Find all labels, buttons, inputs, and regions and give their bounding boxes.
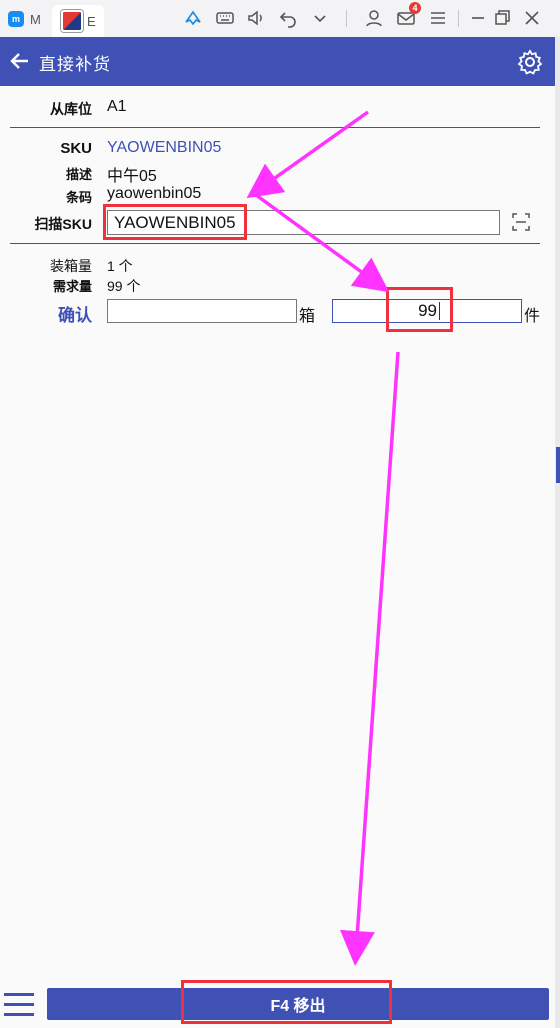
highlight-piece-qty xyxy=(386,287,453,332)
gear-icon[interactable] xyxy=(517,49,543,75)
toolbar-divider xyxy=(346,10,347,27)
confirm-label: 确认 xyxy=(58,306,92,325)
case-qty-value: 1 个 xyxy=(107,258,133,274)
emulator-toolbar: m M E 4 xyxy=(0,0,560,38)
app-logo-icon xyxy=(61,10,83,32)
piece-unit-label: 件 xyxy=(524,308,541,325)
scrollbar-thumb[interactable] xyxy=(556,447,560,483)
notification-badge: 4 xyxy=(409,2,421,14)
close-icon[interactable] xyxy=(522,8,542,28)
barcode-label: 条码 xyxy=(65,190,92,205)
arrow-to-piece-qty xyxy=(254,193,390,293)
minimize-icon[interactable] xyxy=(468,8,488,28)
highlight-scan-sku xyxy=(103,204,247,240)
emulator-tab-1-label: M xyxy=(30,11,41,27)
barcode-value: yaowenbin05 xyxy=(107,185,202,202)
app-header: 直接补货 xyxy=(0,37,555,86)
menu-lines-icon[interactable] xyxy=(428,8,448,28)
toolbar-divider xyxy=(458,10,459,27)
divider xyxy=(10,243,540,244)
keyboard-icon[interactable] xyxy=(215,8,235,28)
from-location-value: A1 xyxy=(107,98,127,115)
undo-icon[interactable] xyxy=(278,8,298,28)
hamburger-menu-icon[interactable] xyxy=(4,991,34,1021)
restore-icon[interactable] xyxy=(492,8,512,28)
scan-icon[interactable] xyxy=(512,213,530,231)
arrow-to-move-out xyxy=(340,351,400,966)
emulator-tab-2[interactable]: E xyxy=(52,5,104,37)
page-title: 直接补货 xyxy=(39,55,111,74)
emulator-tab-2-label: E xyxy=(87,13,96,29)
emulator-tab-1[interactable]: m M xyxy=(8,4,48,34)
user-icon[interactable] xyxy=(364,8,384,28)
from-location-label: 从库位 xyxy=(50,101,92,117)
scan-sku-label: 扫描SKU xyxy=(34,216,92,232)
required-qty-value: 99 个 xyxy=(107,278,141,294)
emulator-logo-icon: m xyxy=(8,11,24,27)
chevron-down-icon[interactable] xyxy=(310,8,330,28)
required-qty-label: 需求量 xyxy=(52,279,92,294)
desc-value: 中午05 xyxy=(107,168,157,185)
box-unit-label: 箱 xyxy=(299,308,316,325)
back-arrow-icon[interactable] xyxy=(8,49,32,73)
arrow-to-scan-sku xyxy=(246,110,370,199)
divider xyxy=(10,127,540,128)
sku-value: YAOWENBIN05 xyxy=(107,139,222,156)
box-qty-input[interactable] xyxy=(107,299,297,323)
case-qty-label: 装箱量 xyxy=(50,258,92,274)
highlight-move-out-button xyxy=(181,980,392,1024)
desc-label: 描述 xyxy=(65,167,92,182)
scrollbar-track xyxy=(555,37,560,1028)
volume-icon[interactable] xyxy=(246,8,266,28)
game-controller-icon[interactable] xyxy=(183,8,203,28)
sku-label: SKU xyxy=(60,140,92,157)
